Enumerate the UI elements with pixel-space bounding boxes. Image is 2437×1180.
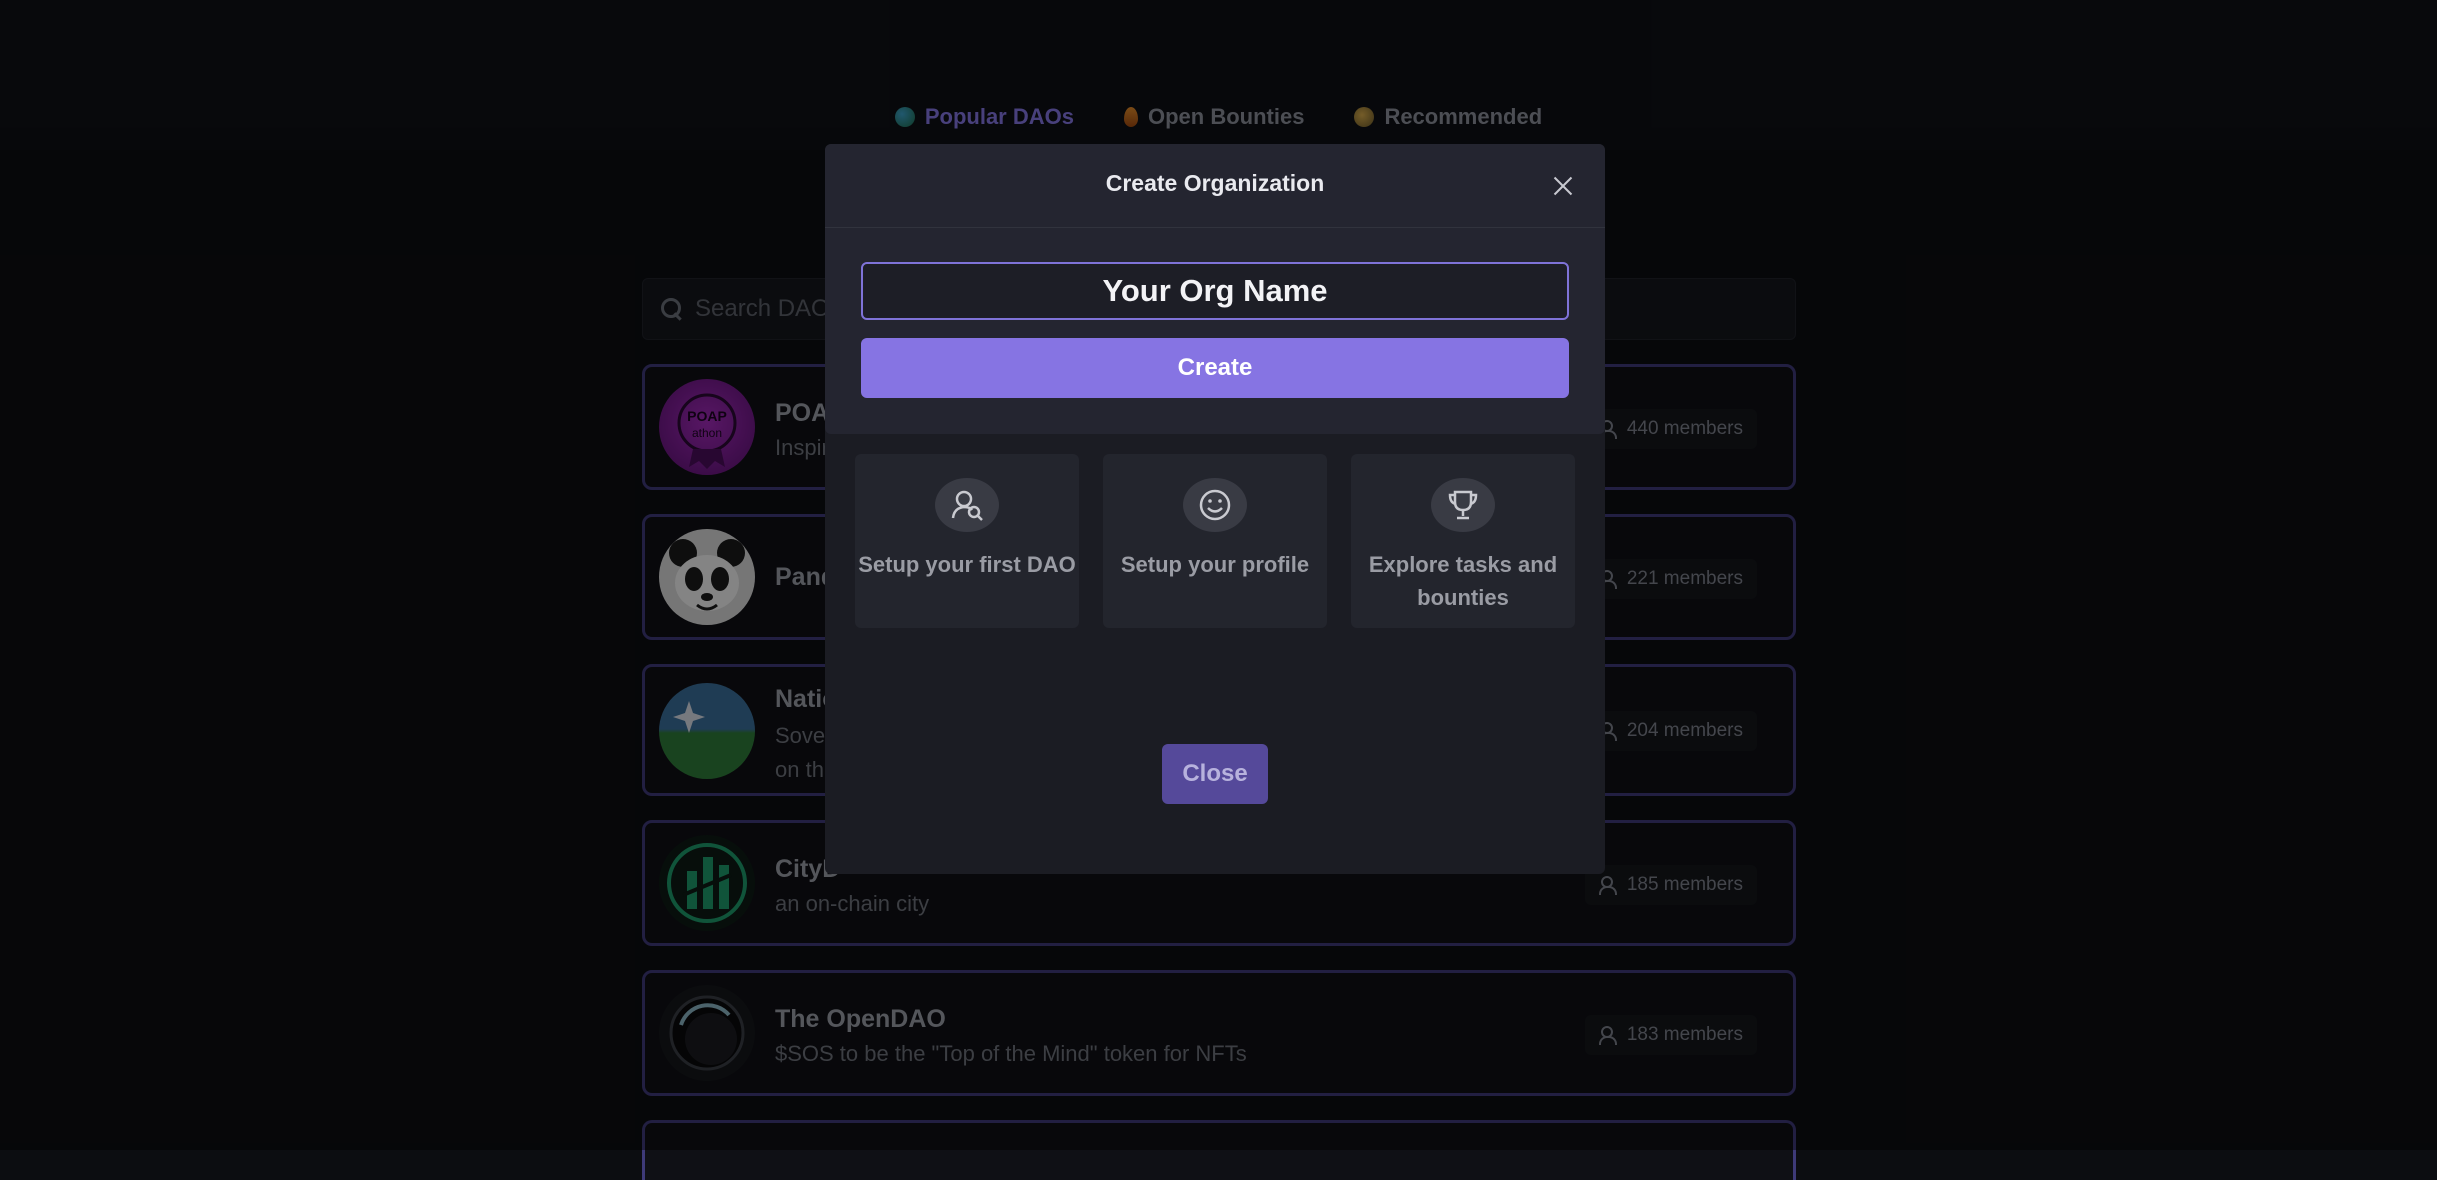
modal-header: Create Organization (825, 144, 1605, 228)
setup-dao-label: Setup your first DAO (858, 552, 1076, 577)
create-button[interactable]: Create (861, 338, 1569, 398)
close-icon[interactable] (1549, 172, 1577, 200)
modal-title: Create Organization (1105, 170, 1325, 196)
smiley-icon (1183, 478, 1247, 532)
explore-tasks-card[interactable]: Explore tasks and bounties (1351, 454, 1575, 628)
user-search-icon (935, 478, 999, 532)
trophy-icon (1431, 478, 1495, 532)
setup-profile-label: Setup your profile (1120, 552, 1310, 577)
explore-tasks-label: Explore tasks and bounties (1368, 552, 1558, 610)
create-organization-modal: Create Organization Create (825, 144, 1605, 434)
org-name-input[interactable] (861, 262, 1569, 320)
close-button[interactable]: Close (1162, 744, 1268, 804)
setup-dao-card[interactable]: Setup your first DAO (855, 454, 1079, 628)
setup-profile-card[interactable]: Setup your profile (1103, 454, 1327, 628)
